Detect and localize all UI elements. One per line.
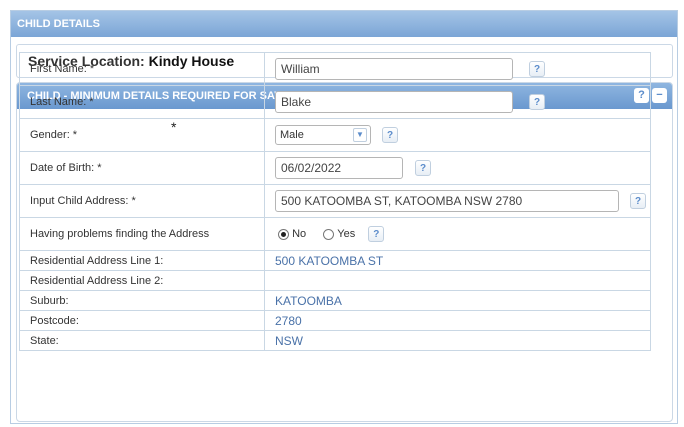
gender-label: Gender: *: [19, 118, 265, 152]
address-problems-label: Having problems finding the Address: [19, 217, 265, 251]
child-details-panel: CHILD DETAILS Service Location: Kindy Ho…: [10, 10, 678, 424]
form-row: Suburb: KATOOMBA: [19, 290, 651, 311]
state-label: State:: [19, 330, 265, 351]
yes-radio[interactable]: [323, 228, 335, 240]
first-name-label: First Name: *: [19, 52, 265, 86]
addr-line1-label: Residential Address Line 1:: [19, 250, 265, 271]
form-row: Residential Address Line 2:: [19, 270, 651, 291]
no-radio-label[interactable]: No: [292, 228, 306, 240]
last-name-help-icon[interactable]: ?: [529, 94, 546, 110]
yes-radio-label[interactable]: Yes: [337, 228, 355, 240]
panel-title: CHILD DETAILS: [11, 11, 677, 37]
last-name-input[interactable]: Blake: [275, 91, 513, 113]
postcode-value: 2780: [264, 310, 651, 331]
form-row: Residential Address Line 1: 500 KATOOMBA…: [19, 250, 651, 271]
required-asterisk: *: [171, 119, 177, 135]
suburb-label: Suburb:: [19, 290, 265, 311]
collapse-button[interactable]: −: [652, 88, 667, 103]
address-input[interactable]: 500 KATOOMBA ST, KATOOMBA NSW 2780: [275, 190, 619, 212]
suburb-value: KATOOMBA: [264, 290, 651, 311]
dob-help-icon[interactable]: ?: [415, 160, 432, 176]
last-name-label: Last Name: *: [19, 85, 265, 119]
first-name-help-icon[interactable]: ?: [529, 61, 546, 77]
form-row: Having problems finding the Address No Y…: [19, 217, 651, 251]
addr-line2-value: [264, 270, 651, 291]
address-label: Input Child Address: *: [19, 184, 265, 218]
address-help-icon[interactable]: ?: [630, 193, 647, 209]
child-form-table: First Name: * William ? Last Name: * Bla…: [19, 52, 651, 351]
form-row: First Name: * William ?: [19, 52, 651, 86]
form-row: Date of Birth: * 06/02/2022 ?: [19, 151, 651, 185]
dob-label: Date of Birth: *: [19, 151, 265, 185]
form-row: State: NSW: [19, 330, 651, 351]
first-name-input[interactable]: William: [275, 58, 513, 80]
problems-help-icon[interactable]: ?: [368, 226, 385, 242]
chevron-down-icon: ▼: [353, 128, 367, 142]
form-row: Input Child Address: * 500 KATOOMBA ST, …: [19, 184, 651, 218]
form-row: Last Name: * Blake ?: [19, 85, 651, 119]
no-radio[interactable]: [278, 228, 289, 240]
gender-select[interactable]: Male ▼: [275, 125, 371, 145]
gender-select-value: Male: [280, 129, 304, 141]
postcode-label: Postcode:: [19, 310, 265, 331]
dob-input[interactable]: 06/02/2022: [275, 157, 403, 179]
form-row: Postcode: 2780: [19, 310, 651, 331]
state-value: NSW: [264, 330, 651, 351]
addr-line2-label: Residential Address Line 2:: [19, 270, 265, 291]
form-row: Gender: * Male ▼ ?: [19, 118, 651, 152]
gender-help-icon[interactable]: ?: [382, 127, 399, 143]
addr-line1-value: 500 KATOOMBA ST: [264, 250, 651, 271]
